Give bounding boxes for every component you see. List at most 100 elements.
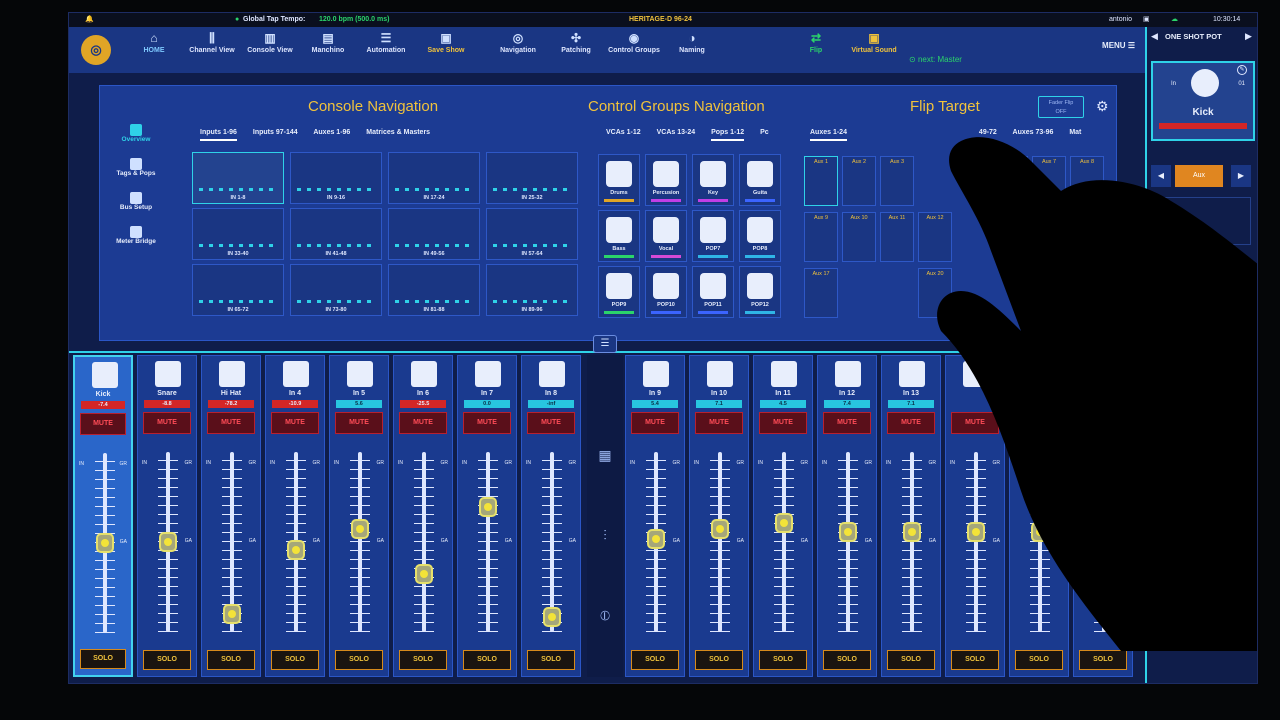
channel-strip[interactable]: In 7 0.0 MUTE IN GR GA SOLO	[457, 355, 517, 677]
bank-button[interactable]: IN 33-40	[192, 208, 284, 260]
fader[interactable]: GA	[690, 452, 748, 642]
mute-button[interactable]: MUTE	[631, 412, 679, 434]
solo-button[interactable]: SOLO	[823, 650, 871, 670]
fader-knob[interactable]	[287, 540, 305, 560]
tab-mat[interactable]: Mat	[1069, 129, 1081, 136]
channel-strip[interactable]: MUTE IN GR GA SOLO	[1073, 355, 1133, 677]
slot-5[interactable]	[1151, 575, 1251, 623]
channel-icon[interactable]	[899, 361, 925, 387]
tab-auxes-73-96[interactable]: Auxes 73-96	[1013, 129, 1054, 136]
slot-1[interactable]	[1151, 197, 1251, 245]
prev-aux-button[interactable]: ◀	[1151, 165, 1171, 187]
control-group-button[interactable]: POP11	[692, 266, 734, 318]
bank-button[interactable]: IN 89-96	[486, 264, 578, 316]
slot-2[interactable]	[1151, 259, 1251, 307]
toolbar-save-show[interactable]: ▣ Save Show	[415, 31, 477, 71]
edit-icon[interactable]: ✎	[1237, 65, 1247, 75]
selected-channel-card[interactable]: In 01 Kick ✎	[1151, 61, 1255, 141]
next-scene[interactable]: ⊙ next: Master	[909, 55, 962, 64]
tab-vcas-13-24[interactable]: VCAs 13-24	[657, 129, 696, 136]
slot-3[interactable]	[1151, 323, 1251, 371]
side-bus-setup[interactable]: Bus Setup	[106, 192, 166, 211]
channel-icon[interactable]	[155, 361, 181, 387]
mute-button[interactable]: MUTE	[271, 412, 319, 434]
channel-strip[interactable]: MUTE IN GR GA SOLO	[1009, 355, 1069, 677]
channel-icon[interactable]	[835, 361, 861, 387]
solo-button[interactable]: SOLO	[695, 650, 743, 670]
fader[interactable]: GA	[75, 453, 131, 643]
menu-button[interactable]: MENU ☰	[1102, 41, 1135, 50]
fader[interactable]: GA	[522, 452, 580, 642]
channel-strip[interactable]: In 11 4.5 MUTE IN GR GA SOLO	[753, 355, 813, 677]
control-group-button[interactable]: Drums	[598, 154, 640, 206]
aux-target-button[interactable]: Aux 8	[1070, 156, 1104, 206]
solo-button[interactable]: SOLO	[527, 650, 575, 670]
resize-handle[interactable]: ☰	[593, 335, 617, 353]
toolbar-console-view[interactable]: ▥ Console View	[239, 31, 301, 71]
fader-knob[interactable]	[1031, 522, 1049, 542]
fader[interactable]: GA	[458, 452, 516, 642]
side-overview[interactable]: Overview	[106, 124, 166, 143]
sliders-icon[interactable]: ⫶	[595, 525, 615, 545]
fader[interactable]: GA	[946, 452, 1004, 642]
fader-knob[interactable]	[647, 529, 665, 549]
fader[interactable]: GA	[1010, 452, 1068, 642]
tap-tempo-value[interactable]: 120.0 bpm (500.0 ms)	[319, 13, 389, 27]
aux-button[interactable]: Aux	[1175, 165, 1223, 187]
solo-button[interactable]: SOLO	[271, 650, 319, 670]
tab-matrices-masters[interactable]: Matrices & Masters	[366, 129, 430, 136]
solo-button[interactable]: SOLO	[1015, 650, 1063, 670]
solo-button[interactable]: SOLO	[631, 650, 679, 670]
tab-auxes-49-72[interactable]: 49-72	[979, 129, 997, 136]
channel-icon[interactable]	[475, 361, 501, 387]
control-group-button[interactable]: Key	[692, 154, 734, 206]
toolbar-home[interactable]: ⌂ HOME	[123, 31, 185, 71]
mute-button[interactable]: MUTE	[1015, 412, 1063, 434]
channel-icon[interactable]	[219, 361, 245, 387]
bank-button[interactable]: IN 65-72	[192, 264, 284, 316]
bank-button[interactable]: IN 41-48	[290, 208, 382, 260]
channel-strip[interactable]: Snare -8.8 MUTE IN GR GA SOLO	[137, 355, 197, 677]
fader-knob[interactable]	[711, 519, 729, 539]
side-tags-pops[interactable]: Tags & Pops	[106, 158, 166, 177]
aux-target-button[interactable]: Aux 17	[804, 268, 838, 318]
aux-target-button[interactable]: Aux 7	[1032, 156, 1066, 206]
toolbar-manchino[interactable]: ▤ Manchino	[297, 31, 359, 71]
slot-4[interactable]	[1151, 511, 1251, 559]
grid-icon[interactable]: ▦	[595, 445, 615, 465]
channel-icon[interactable]	[963, 361, 989, 387]
mute-button[interactable]: MUTE	[527, 412, 575, 434]
mute-button[interactable]: MUTE	[335, 412, 383, 434]
aux-target-button[interactable]: Aux 10	[842, 212, 876, 262]
aux-target-button[interactable]: Aux 20	[918, 268, 952, 318]
solo-button[interactable]: SOLO	[463, 650, 511, 670]
fader[interactable]: GA	[202, 452, 260, 642]
tab-pc[interactable]: Pc	[760, 129, 769, 136]
bank-button[interactable]: IN 17-24	[388, 152, 480, 204]
mute-button[interactable]: MUTE	[823, 412, 871, 434]
mute-button[interactable]: MUTE	[143, 412, 191, 434]
solo-button[interactable]: SOLO	[951, 650, 999, 670]
aux-target-button[interactable]: Aux 11	[880, 212, 914, 262]
control-group-button[interactable]: POP7	[692, 210, 734, 262]
tab-auxes-1-96[interactable]: Auxes 1-96	[313, 129, 350, 136]
tab-pops-1-12[interactable]: Pops 1-12	[711, 129, 745, 141]
fader-knob[interactable]	[223, 604, 241, 624]
bank-button[interactable]: IN 49-56	[388, 208, 480, 260]
gear-icon[interactable]: ⚙	[1096, 98, 1109, 115]
chevron-left-icon[interactable]: ◀	[1151, 31, 1158, 42]
channel-icon[interactable]	[771, 361, 797, 387]
channel-strip[interactable]: In 4 -10.9 MUTE IN GR GA SOLO	[265, 355, 325, 677]
fader-knob[interactable]	[159, 532, 177, 552]
tab-inputs-1-96[interactable]: Inputs 1-96	[200, 129, 237, 141]
channel-icon[interactable]	[1027, 361, 1053, 387]
aux-target-button[interactable]: Aux 6	[994, 156, 1028, 206]
bank-button[interactable]: IN 57-64	[486, 208, 578, 260]
channel-strip[interactable]: In 5 5.6 MUTE IN GR GA SOLO	[329, 355, 389, 677]
fader[interactable]: GA	[626, 452, 684, 642]
fader-knob[interactable]	[479, 497, 497, 517]
bank-button[interactable]: IN 1-8	[192, 152, 284, 204]
solo-button[interactable]: SOLO	[1079, 650, 1127, 670]
channel-strip[interactable]: In 12 7.4 MUTE IN GR GA SOLO	[817, 355, 877, 677]
tab-vcas-1-12[interactable]: VCAs 1-12	[606, 129, 641, 136]
